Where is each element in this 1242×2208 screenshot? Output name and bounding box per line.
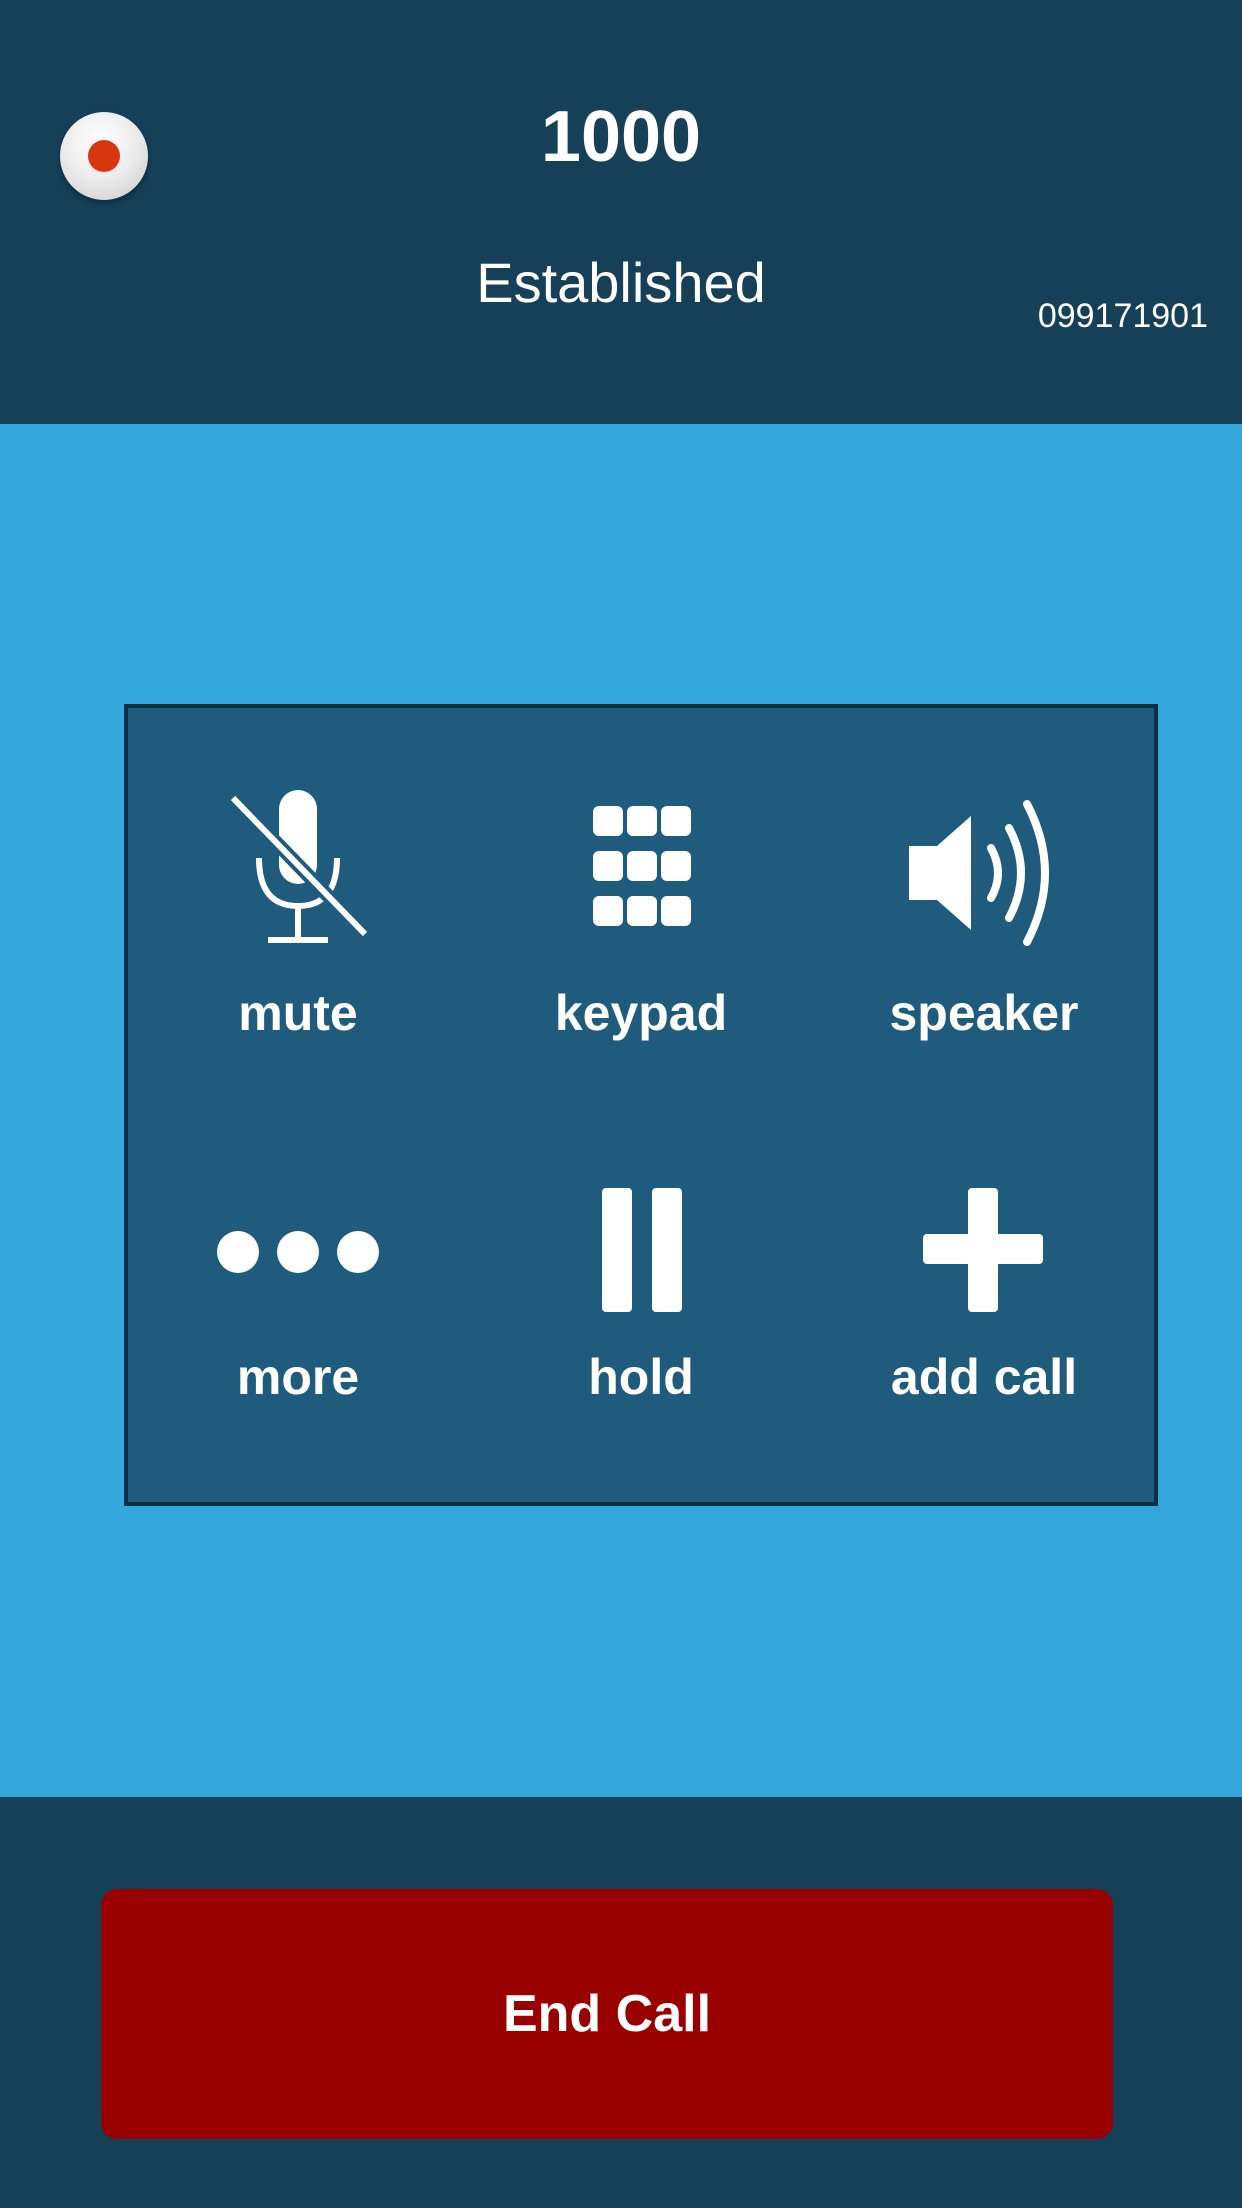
add-call-button[interactable]: add call [814,1152,1154,1452]
hold-label: hold [588,1349,694,1405]
speaker-label: speaker [889,985,1079,1041]
add-call-icon [814,1152,1154,1342]
call-footer: End Call [0,1797,1242,2208]
mute-icon [128,788,468,978]
add-call-label: add call [890,1349,1078,1405]
hold-icon [471,1152,811,1342]
caller-number: 099171901 [1037,297,1208,335]
call-header: 1000 Established 099171901 [0,0,1242,424]
more-button[interactable]: more [128,1152,468,1452]
speaker-icon [814,788,1154,978]
hold-button[interactable]: hold [471,1152,811,1452]
more-icon [128,1152,468,1342]
end-call-button[interactable]: End Call [101,1889,1113,2139]
call-screen: 1000 Established 099171901 mute keypad s… [0,0,1242,2208]
call-controls-panel: mute keypad speaker more hold add call [124,704,1158,1506]
speaker-button[interactable]: speaker [814,788,1154,1088]
keypad-button[interactable]: keypad [471,788,811,1088]
mute-label: mute [238,985,358,1041]
call-title: 1000 [540,97,702,177]
more-label: more [236,1349,360,1405]
mute-button[interactable]: mute [128,788,468,1088]
keypad-label: keypad [554,985,728,1041]
keypad-icon [471,788,811,978]
